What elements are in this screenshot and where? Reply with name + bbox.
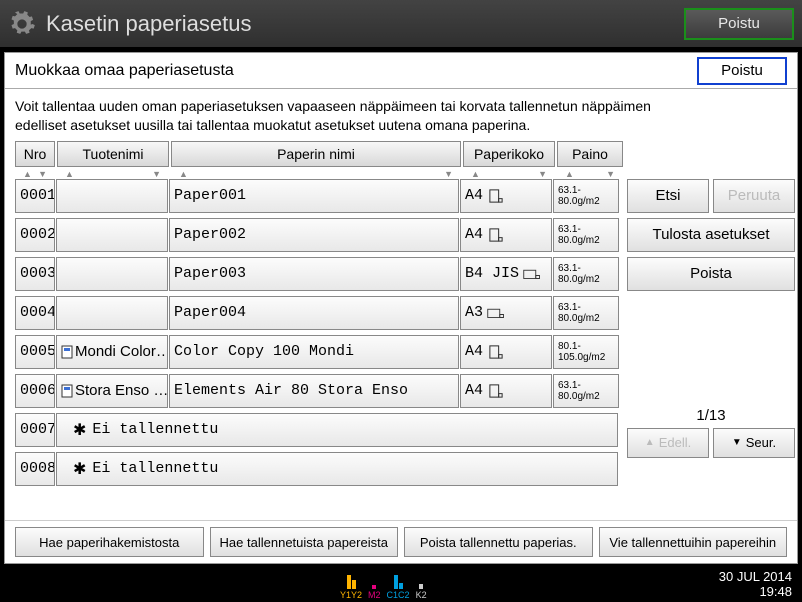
cell-paper-size: B4 JIS [460,257,552,291]
cell-number: 0001 [15,179,55,213]
panel-header: Muokkaa omaa paperiasetusta Poistu [5,53,797,89]
datetime: 30 JUL 2014 19:48 [719,570,792,600]
table-row[interactable]: 0007✱Ei tallennettu [15,413,619,447]
cell-paper-name: Paper001 [169,179,459,213]
delete-saved-button[interactable]: Poista tallennettu paperias. [404,527,593,557]
title-exit-button[interactable]: Poistu [684,8,794,40]
cell-paper-size: A4 [460,335,552,369]
cell-paper-size: A3 [460,296,552,330]
cell-paper-size: A4 [460,218,552,252]
cell-brand [56,179,168,213]
side-buttons: Etsi Peruuta Tulosta asetukset Poista 1/… [627,179,795,491]
cell-brand: Mondi Color… [56,335,168,369]
asterisk-icon: ✱ [73,420,86,440]
cell-paper-name: Paper002 [169,218,459,252]
cell-paper-size: A4 [460,179,552,213]
next-page-button[interactable]: ▼Seur. [713,428,795,458]
cell-weight: 63.1-80.0g/m2 [553,257,619,291]
cell-number: 0002 [15,218,55,252]
search-button[interactable]: Etsi [627,179,709,213]
cell-brand [56,257,168,291]
page-number: 1/13 [627,407,795,424]
cell-weight: 63.1-80.0g/m2 [553,296,619,330]
cell-brand [56,296,168,330]
table-row[interactable]: 0003 Paper003B4 JIS63.1-80.0g/m2 [15,257,619,291]
toner-K2: K2 [416,571,427,600]
toner-M2: M2 [368,571,381,600]
header-nro[interactable]: Nro [15,141,55,167]
cell-weight: 63.1-80.0g/m2 [553,374,619,408]
info-line-2: edelliset asetukset uusilla tai tallenta… [15,116,787,135]
cell-weight: 63.1-80.0g/m2 [553,218,619,252]
table-row[interactable]: 0004 Paper004A363.1-80.0g/m2 [15,296,619,330]
table-row[interactable]: 0005Mondi Color…Color Copy 100 MondiA480… [15,335,619,369]
statusbar: Y1Y2 M2 C1C2 K2 30 JUL 2014 19:48 [0,568,802,602]
column-headers: Nro Tuotenimi Paperin nimi Paperikoko Pa… [5,141,797,167]
date: 30 JUL 2014 [719,570,792,585]
sort-arrows[interactable]: ▲▼ [15,169,55,179]
fetch-directory-button[interactable]: Hae paperihakemistosta [15,527,204,557]
table-row[interactable]: 0008✱Ei tallennettu [15,452,619,486]
cell-paper-name: Elements Air 80 Stora Enso [169,374,459,408]
cell-weight: 80.1-105.0g/m2 [553,335,619,369]
cell-brand: Stora Enso … [56,374,168,408]
time: 19:48 [719,585,792,600]
prev-page-button[interactable]: ▲Edell. [627,428,709,458]
cell-weight: 63.1-80.0g/m2 [553,179,619,213]
main-panel: Muokkaa omaa paperiasetusta Poistu Voit … [4,52,798,564]
sort-arrows[interactable]: ▲▼ [171,169,461,179]
info-text: Voit tallentaa uuden oman paperiasetukse… [5,89,797,141]
cell-number: 0003 [15,257,55,291]
asterisk-icon: ✱ [73,459,86,479]
app-title: Kasetin paperiasetus [46,11,684,37]
cell-number: 0005 [15,335,55,369]
cell-brand [56,218,168,252]
header-tuotenimi[interactable]: Tuotenimi [57,141,169,167]
header-paperin-nimi[interactable]: Paperin nimi [171,141,461,167]
cell-number: 0008 [15,452,55,486]
bottom-buttons: Hae paperihakemistosta Hae tallennetuist… [5,520,797,563]
cell-paper-name: Paper004 [169,296,459,330]
toner-Y1Y2: Y1Y2 [340,571,362,600]
sort-arrows[interactable]: ▲▼ [557,169,623,179]
fetch-saved-button[interactable]: Hae tallennetuista papereista [210,527,399,557]
cell-paper-name: Color Copy 100 Mondi [169,335,459,369]
header-paino[interactable]: Paino [557,141,623,167]
paper-rows: 0001Paper001A463.1-80.0g/m20002Paper002A… [15,179,619,491]
titlebar: Kasetin paperiasetus Poistu [0,0,802,48]
cell-paper-name: Paper003 [169,257,459,291]
cell-number: 0004 [15,296,55,330]
cell-number: 0007 [15,413,55,447]
toner-C1C2: C1C2 [387,571,410,600]
info-line-1: Voit tallentaa uuden oman paperiasetukse… [15,97,787,116]
cell-notstored: ✱Ei tallennettu [56,452,618,486]
delete-button[interactable]: Poista [627,257,795,291]
header-paperikoko[interactable]: Paperikoko [463,141,555,167]
cell-number: 0006 [15,374,55,408]
cell-notstored: ✱Ei tallennettu [56,413,618,447]
sort-arrows[interactable]: ▲▼ [57,169,169,179]
panel-title: Muokkaa omaa paperiasetusta [15,62,697,80]
sort-arrows-row: ▲▼ ▲▼ ▲▼ ▲▼ ▲▼ [5,167,797,179]
sort-arrows[interactable]: ▲▼ [463,169,555,179]
table-row[interactable]: 0006Stora Enso …Elements Air 80 Stora En… [15,374,619,408]
table-row[interactable]: 0002 Paper002A463.1-80.0g/m2 [15,218,619,252]
panel-exit-button[interactable]: Poistu [697,57,787,85]
toner-levels: Y1Y2 M2 C1C2 K2 [340,571,427,600]
pager: 1/13 ▲Edell. ▼Seur. [627,407,795,458]
table-row[interactable]: 0001 Paper001A463.1-80.0g/m2 [15,179,619,213]
gear-icon [8,10,36,38]
cancel-button[interactable]: Peruuta [713,179,795,213]
export-saved-button[interactable]: Vie tallennettuihin papereihin [599,527,788,557]
print-settings-button[interactable]: Tulosta asetukset [627,218,795,252]
cell-paper-size: A4 [460,374,552,408]
